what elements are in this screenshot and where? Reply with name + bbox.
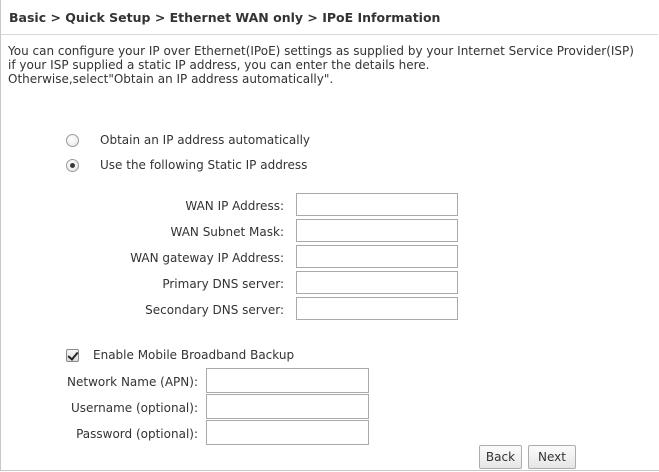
apn-label: Network Name (APN): xyxy=(67,375,198,389)
description-line-3: Otherwise,select"Obtain an IP address au… xyxy=(8,72,334,86)
mobile-backup-label: Enable Mobile Broadband Backup xyxy=(93,348,295,362)
username-label: Username (optional): xyxy=(70,401,198,415)
mobile-backup-checkbox[interactable] xyxy=(66,348,79,362)
wan-ip-label: WAN IP Address: xyxy=(185,199,284,213)
wan-gateway-input[interactable] xyxy=(296,245,458,268)
next-button[interactable]: Next xyxy=(528,445,576,469)
radio-static[interactable] xyxy=(66,158,79,172)
breadcrumb: Basic > Quick Setup > Ethernet WAN only … xyxy=(9,10,441,25)
radio-auto[interactable] xyxy=(66,133,79,147)
apn-input[interactable] xyxy=(206,368,369,393)
wan-ip-input[interactable] xyxy=(296,193,458,216)
back-button[interactable]: Back xyxy=(479,445,522,469)
mobile-backup-row[interactable]: Enable Mobile Broadband Backup xyxy=(66,345,294,365)
description-line-1: You can configure your IP over Ethernet(… xyxy=(8,44,634,58)
title-bar: Basic > Quick Setup > Ethernet WAN only … xyxy=(1,0,658,35)
password-input[interactable] xyxy=(206,420,369,445)
wan-gateway-label: WAN gateway IP Address: xyxy=(130,251,284,265)
password-label: Password (optional): xyxy=(76,427,198,441)
radio-auto-label: Obtain an IP address automatically xyxy=(100,133,311,147)
radio-static-ip[interactable]: Use the following Static IP address xyxy=(66,155,307,175)
wan-subnet-label: WAN Subnet Mask: xyxy=(170,225,284,239)
description: You can configure your IP over Ethernet(… xyxy=(8,44,656,86)
secondary-dns-label: Secondary DNS server: xyxy=(145,303,284,317)
username-input[interactable] xyxy=(206,394,369,419)
radio-static-label: Use the following Static IP address xyxy=(100,158,308,172)
primary-dns-input[interactable] xyxy=(296,271,458,294)
description-line-2: if your ISP supplied a static IP address… xyxy=(8,58,430,72)
secondary-dns-input[interactable] xyxy=(296,297,458,320)
primary-dns-label: Primary DNS server: xyxy=(162,277,284,291)
wan-subnet-input[interactable] xyxy=(296,219,458,242)
radio-obtain-automatically[interactable]: Obtain an IP address automatically xyxy=(66,130,310,150)
